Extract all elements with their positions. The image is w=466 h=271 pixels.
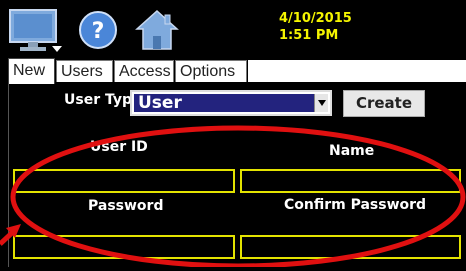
tab-new[interactable]: New	[8, 58, 55, 84]
user-type-selected-value[interactable]: User	[134, 94, 316, 112]
password-field[interactable]	[13, 235, 235, 259]
date-time-display: 4/10/2015 1:51 PM	[279, 10, 352, 44]
help-icon[interactable]: ?	[78, 10, 118, 50]
svg-text:?: ?	[92, 19, 105, 44]
tab-access[interactable]: Access	[114, 60, 174, 82]
name-field[interactable]	[240, 169, 461, 193]
confirm-password-field[interactable]	[240, 235, 461, 259]
top-bar	[0, 0, 466, 58]
chevron-down-icon[interactable]	[314, 94, 328, 112]
user-type-dropdown[interactable]: User	[130, 90, 332, 116]
name-label: Name	[329, 143, 375, 159]
tab-users[interactable]: Users	[56, 60, 113, 82]
user-id-label: User ID	[90, 139, 148, 155]
home-icon[interactable]	[135, 9, 179, 51]
time-text: 1:51 PM	[279, 28, 339, 43]
tab-strip: New Users Access Options	[0, 58, 466, 84]
confirm-password-label: Confirm Password	[284, 197, 427, 213]
tab-options[interactable]: Options	[175, 60, 247, 82]
date-text: 4/10/2015	[279, 11, 352, 26]
create-button[interactable]: Create	[343, 90, 425, 117]
tab-strip-background	[248, 60, 466, 82]
monitor-icon[interactable]	[8, 8, 64, 54]
password-label: Password	[88, 198, 164, 214]
user-id-field[interactable]	[13, 169, 235, 193]
